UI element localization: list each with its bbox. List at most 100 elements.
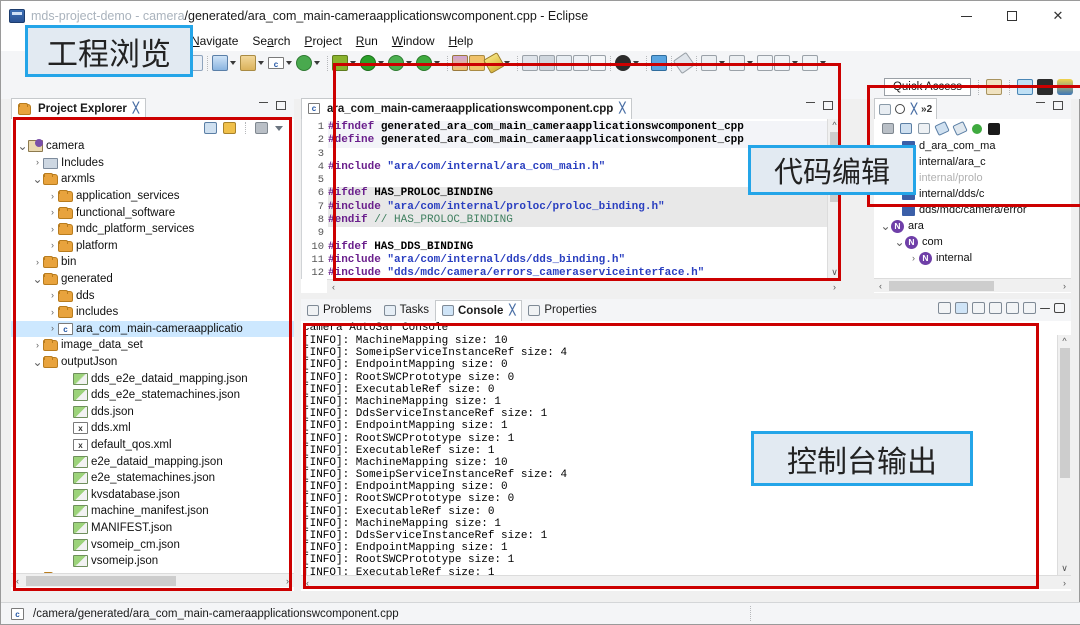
outline-item[interactable]: dds/mdc/camera/error (874, 202, 1071, 218)
chevron-right-icon[interactable]: › (47, 308, 58, 317)
chevron-right-icon[interactable]: › (47, 241, 58, 250)
sort-icon[interactable] (918, 123, 930, 134)
open-type-icon[interactable] (452, 55, 468, 71)
chevron-right-icon[interactable]: › (32, 258, 43, 267)
hide-static-icon[interactable] (952, 121, 968, 136)
collapse-all-icon[interactable] (900, 123, 912, 134)
chevron-down-icon[interactable] (820, 61, 826, 65)
scroll-lock-icon[interactable] (955, 302, 968, 314)
chevron-down-icon[interactable] (504, 61, 510, 65)
maximize-icon[interactable] (1054, 303, 1065, 313)
save-icon[interactable] (212, 55, 228, 71)
chevron-down-icon[interactable]: ⌄ (17, 142, 28, 150)
close-icon[interactable]: ╳ (509, 305, 515, 316)
outline-item[interactable]: ⌄Nara (874, 218, 1071, 234)
tree-item[interactable]: ›dds (11, 287, 294, 304)
scroll-right-icon[interactable]: › (281, 576, 294, 586)
tree-item[interactable]: ⌄outputJson (11, 354, 294, 371)
chevron-down-icon[interactable] (314, 61, 320, 65)
minimize-icon[interactable] (1036, 102, 1045, 103)
minimize-icon[interactable] (806, 102, 815, 103)
open-perspective-icon[interactable] (986, 79, 1002, 95)
chevron-right-icon[interactable]: › (47, 324, 58, 333)
scroll-right-icon[interactable]: › (1058, 578, 1071, 588)
minimize-button[interactable] (943, 1, 989, 31)
chevron-down-icon[interactable] (434, 61, 440, 65)
collapse-all-icon[interactable] (204, 122, 217, 134)
console-vscrollbar[interactable]: ^ ∨ (1057, 335, 1071, 575)
chevron-down-icon[interactable] (350, 61, 356, 65)
chevron-down-icon[interactable] (406, 61, 412, 65)
tree-item[interactable]: e2e_dataid_mapping.json (11, 453, 294, 470)
profile-icon[interactable] (388, 55, 404, 71)
overflow-label[interactable]: »2 (921, 104, 932, 115)
scroll-down-icon[interactable]: ∨ (1061, 562, 1068, 575)
tree-item[interactable]: vsomeip_cm.json (11, 536, 294, 553)
quick-access-input[interactable]: Quick Access (884, 78, 971, 96)
outline-item[interactable]: ›Ninternal (874, 250, 1071, 266)
tree-item[interactable]: ⌄camera (11, 138, 294, 155)
debug-icon[interactable] (332, 55, 348, 71)
perspective-cpp-icon[interactable] (1017, 79, 1033, 95)
tree-item[interactable]: dds_e2e_dataid_mapping.json (11, 370, 294, 387)
code-area[interactable]: #ifndef generated_ara_com_main_cameraapp… (328, 119, 827, 279)
hide-fields-icon[interactable] (934, 121, 950, 136)
scroll-left-icon[interactable]: ‹ (11, 576, 24, 586)
maximize-icon[interactable] (823, 101, 833, 110)
chevron-down-icon[interactable] (792, 61, 798, 65)
close-icon[interactable]: ╳ (911, 104, 917, 115)
project-tree[interactable]: ⌄camera›Includes⌄arxmls›application_serv… (11, 137, 294, 573)
perspective-debug-icon[interactable] (1037, 79, 1053, 95)
chevron-down-icon[interactable] (719, 61, 725, 65)
maximize-icon[interactable] (276, 101, 286, 110)
filter-icon[interactable] (988, 123, 1000, 135)
close-button[interactable]: ✕ (1035, 1, 1080, 31)
menu-item-project[interactable]: Project (304, 34, 341, 48)
hide-nonpublic-icon[interactable] (972, 124, 982, 134)
chevron-right-icon[interactable]: › (32, 341, 43, 350)
menu-item-run[interactable]: Run (356, 34, 378, 48)
scroll-thumb[interactable] (889, 281, 994, 291)
tree-item[interactable]: ›Includes (11, 155, 294, 172)
save-all-icon[interactable] (240, 55, 256, 71)
tab-outline[interactable]: ╳ »2 (874, 98, 937, 119)
scroll-thumb[interactable] (1060, 348, 1070, 478)
chevron-down-icon[interactable]: ⌄ (880, 222, 891, 230)
tab-console[interactable]: Console╳ (435, 300, 522, 321)
chevron-down-icon[interactable] (633, 61, 639, 65)
scroll-down-icon[interactable]: ∨ (831, 266, 838, 279)
tree-item[interactable]: ›image_data_set (11, 337, 294, 354)
view-chevron-icon[interactable] (275, 126, 283, 131)
search-icon[interactable] (483, 52, 505, 74)
editor-vscrollbar[interactable]: ^ ∨ (827, 119, 841, 279)
console-hscrollbar[interactable]: ‹ › (301, 575, 1071, 589)
open-resource-icon[interactable] (469, 55, 485, 71)
close-icon[interactable]: ╳ (619, 103, 625, 114)
menu-item-help[interactable]: Help (449, 34, 474, 48)
view-menu-icon[interactable] (255, 122, 268, 134)
terminal-icon[interactable] (651, 55, 667, 71)
clear-console-icon[interactable] (938, 302, 951, 314)
editor-body[interactable]: 1234567891011121314 #ifndef generated_ar… (301, 119, 841, 279)
chevron-right-icon[interactable]: › (32, 158, 43, 167)
display-console-icon[interactable] (989, 302, 1002, 314)
marker-icon[interactable] (539, 55, 555, 71)
chevron-down-icon[interactable] (747, 61, 753, 65)
chevron-down-icon[interactable]: ⌄ (32, 275, 43, 283)
chevron-down-icon[interactable] (378, 61, 384, 65)
tree-item[interactable]: ›functional_software (11, 204, 294, 221)
maximize-button[interactable] (989, 1, 1035, 31)
project-explorer-hscrollbar[interactable]: ‹ › (11, 573, 294, 587)
tree-item[interactable]: ›mdc_platform_services (11, 221, 294, 238)
open-console-icon[interactable] (1006, 302, 1019, 314)
tree-item[interactable]: machine_manifest.json (11, 503, 294, 520)
back-icon[interactable] (774, 55, 790, 71)
scroll-up-icon[interactable]: ^ (1062, 335, 1066, 348)
tab-cpp-file[interactable]: c ara_com_main-cameraapplicationswcompon… (301, 98, 632, 119)
pencil-icon[interactable] (522, 55, 538, 71)
chevron-down-icon[interactable]: ⌄ (894, 238, 905, 246)
pin-console-icon[interactable] (972, 302, 985, 314)
menu-item-window[interactable]: Window (392, 34, 435, 48)
run-icon[interactable] (360, 55, 376, 71)
tree-item[interactable]: ›application_services (11, 188, 294, 205)
